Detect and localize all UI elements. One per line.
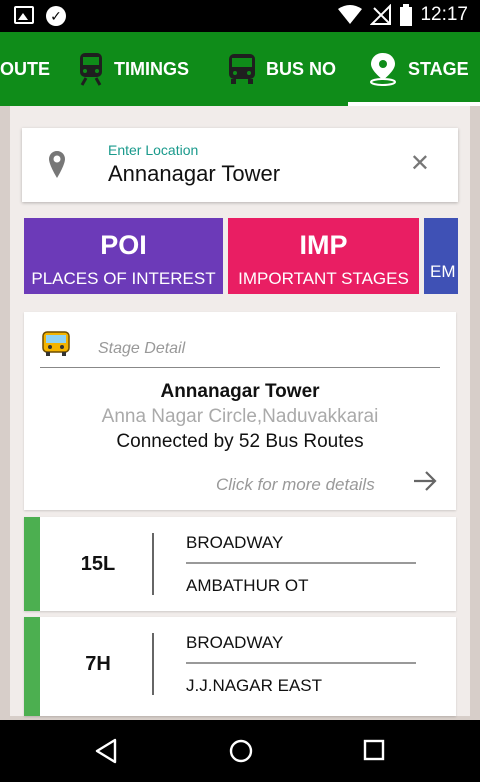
stage-detail-card[interactable]: Stage Detail Annanagar Tower Anna Nagar … <box>24 312 456 510</box>
more-details-link[interactable]: Click for more details <box>216 475 375 495</box>
route-number: 7H <box>85 653 111 675</box>
status-bar: ✓ 12:17 <box>0 0 480 32</box>
route-from: BROADWAY <box>186 633 284 652</box>
route-stripe <box>24 617 40 716</box>
tab-label: TIMINGS <box>114 58 189 79</box>
navigation-bar <box>0 720 480 782</box>
route-number: 15L <box>80 553 116 575</box>
em-subtitle: EM <box>430 262 456 281</box>
route-item[interactable]: 15L BROADWAY AMBATHUR OT <box>24 517 456 611</box>
clear-icon[interactable]: ✕ <box>410 152 430 176</box>
poi-subtitle: PLACES OF INTEREST <box>31 269 216 288</box>
route-from: BROADWAY <box>186 533 284 552</box>
divider <box>152 533 154 595</box>
location-search[interactable]: Enter Location Annanagar Tower ✕ <box>22 128 458 202</box>
no-signal-icon <box>370 4 392 25</box>
tab-label: BUS NO <box>266 58 337 79</box>
search-field-label: Enter Location <box>108 142 199 158</box>
bus-icon <box>42 331 70 356</box>
imp-subtitle: IMPORTANT STAGES <box>238 269 409 288</box>
divider <box>152 633 154 695</box>
tab-label: OUTE <box>0 58 51 79</box>
stage-locality: Anna Nagar Circle,Naduvakkarai <box>101 406 379 427</box>
bus-icon <box>229 54 255 84</box>
poi-title: POI <box>100 230 147 260</box>
tab-bus-no[interactable]: BUS NO <box>228 32 336 106</box>
stage-name: Annanagar Tower <box>160 381 320 402</box>
divider <box>186 562 416 564</box>
home-icon[interactable] <box>228 738 254 764</box>
location-pin-icon <box>370 53 396 86</box>
divider <box>40 367 440 368</box>
route-to: AMBATHUR OT <box>186 576 309 595</box>
stage-route-count: Connected by 52 Bus Routes <box>116 431 364 452</box>
tab-route[interactable]: OUTE <box>0 32 50 106</box>
train-icon <box>80 53 102 86</box>
route-to: J.J.NAGAR EAST <box>186 676 323 695</box>
search-input[interactable]: Annanagar Tower <box>108 161 280 187</box>
back-icon[interactable] <box>94 738 118 764</box>
route-stripe <box>24 517 40 611</box>
tab-label: STAGE <box>408 58 469 79</box>
stage-content: Enter Location Annanagar Tower ✕ POI PLA… <box>10 106 470 716</box>
arrow-right-icon[interactable] <box>412 470 438 492</box>
stage-detail-label: Stage Detail <box>98 340 186 357</box>
poi-button[interactable]: POI PLACES OF INTEREST <box>24 218 223 294</box>
wifi-icon <box>338 5 363 24</box>
recents-icon[interactable] <box>362 738 386 762</box>
route-item[interactable]: 7H BROADWAY J.J.NAGAR EAST <box>24 617 456 716</box>
clock: 12:17 <box>420 4 468 25</box>
gallery-notification-icon <box>14 6 34 24</box>
imp-button[interactable]: IMP IMPORTANT STAGES <box>228 218 419 294</box>
battery-icon <box>400 4 413 26</box>
tab-stage[interactable]: STAGE <box>348 32 480 106</box>
imp-title: IMP <box>299 230 348 260</box>
tab-bar: OUTE TIMINGS BUS NO STAGE <box>0 32 480 106</box>
divider <box>186 662 416 664</box>
location-pin-icon <box>49 151 65 178</box>
check-notification-icon: ✓ <box>46 6 66 26</box>
tab-timings[interactable]: TIMINGS <box>78 32 189 106</box>
em-button[interactable]: EM <box>424 218 458 294</box>
